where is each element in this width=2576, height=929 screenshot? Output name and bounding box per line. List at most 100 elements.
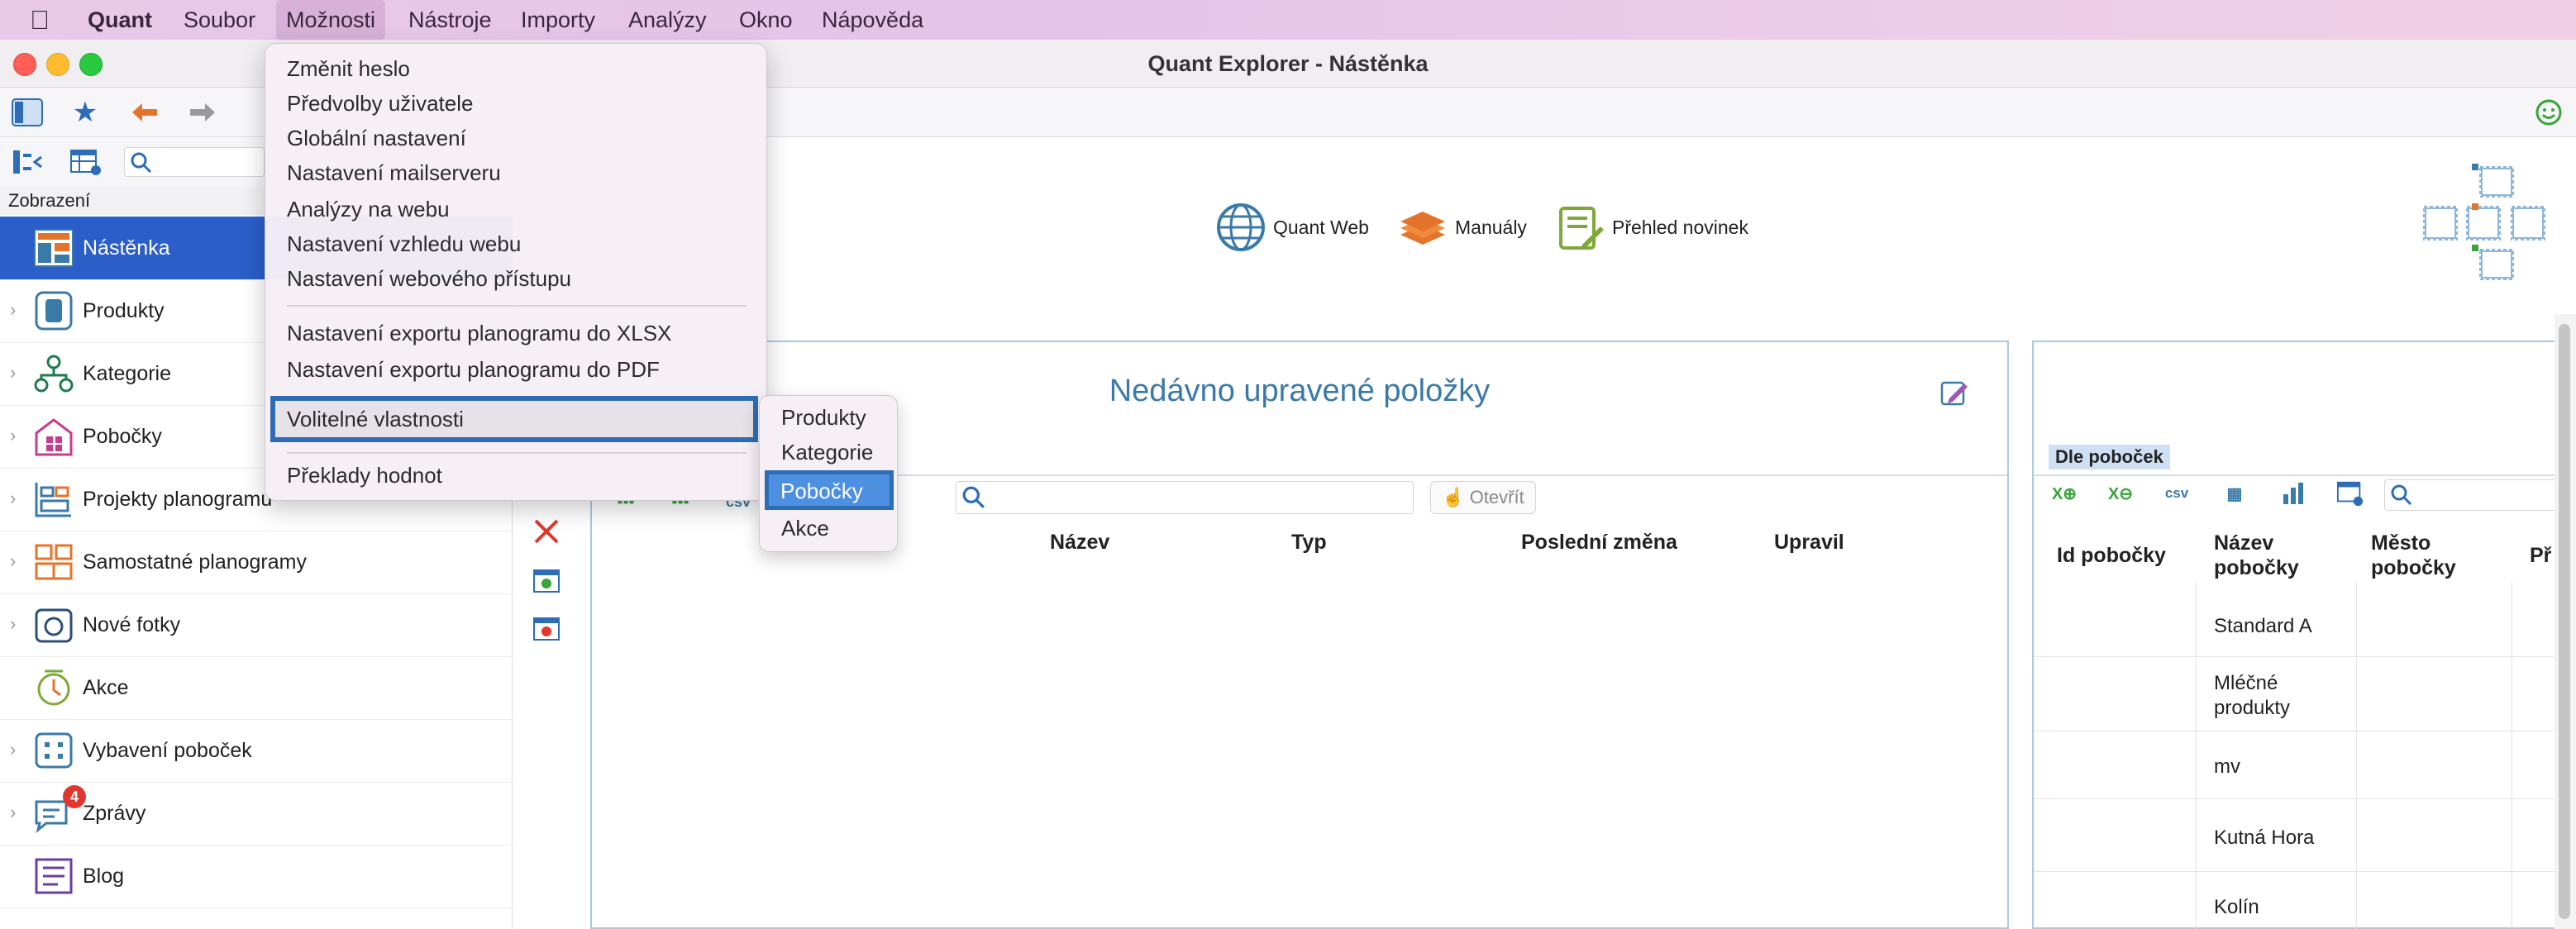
export-xlsx-icon[interactable]: X⊕ [2050,481,2078,506]
menu-napoveda[interactable]: Nápověda [822,0,923,40]
table-cell-branch-name[interactable]: mv [2214,755,2240,779]
sidebar-item-zpravy[interactable]: › 4 Zprávy [0,782,513,846]
chevron-right-icon[interactable]: › [10,550,16,572]
remove-widget-icon[interactable] [532,615,561,643]
recent-search-input[interactable] [956,481,1414,514]
table-cell-branch-name[interactable]: Kutná Hora [2214,827,2314,850]
volitelne-vlastnosti-submenu: Produkty Kategorie Pobočky Akce [759,395,898,552]
forward-arrow-icon[interactable] [184,94,222,131]
menu-item-vzhled-webu[interactable]: Nastavení vzhledu webu [287,227,521,260]
export-xls-icon[interactable]: X⊖ [2106,481,2135,506]
column-header-posledni-zmena[interactable]: Poslední změna [1521,531,1677,555]
menu-bar:  Quant Soubor Možnosti Nástroje Importy… [0,0,2576,40]
sidebar-item-label: Projekty planogramu [83,488,273,511]
menu-item-globalni-nastaveni[interactable]: Globální nastavení [287,121,466,155]
manuals-link[interactable]: Manuály [1397,198,1527,256]
submenu-item-akce[interactable]: Akce [781,512,829,545]
sidebar-item-nove-fotky[interactable]: › Nové fotky [0,593,513,657]
sidebar-search-input[interactable] [124,147,265,177]
column-header-nazev[interactable]: Název pobočky [2214,531,2346,580]
menu-item-export-pdf[interactable]: Nastavení exportu planogramu do PDF [287,353,660,386]
back-arrow-icon[interactable] [126,94,164,131]
branch-tab-label[interactable]: Dle poboček [2049,445,2170,469]
scrollbar-thumb[interactable] [2559,324,2570,919]
favorites-star-icon[interactable]: ★ [66,94,104,131]
table-cell-branch-name[interactable]: Kolín [2214,896,2259,919]
chevron-right-icon[interactable]: › [10,362,16,384]
menu-nastroje[interactable]: Nástroje [408,0,492,40]
column-divider [2356,582,2357,929]
chevron-right-icon[interactable]: › [10,488,16,509]
table-settings-icon[interactable] [2336,479,2364,507]
equipment-icon [33,731,74,770]
menu-item-webovy-pristup[interactable]: Nastavení webového přístupu [287,262,571,295]
menu-analyzy[interactable]: Analýzy [628,0,707,40]
sidebar-item-label: Akce [83,676,129,699]
export-csv-icon[interactable]: csv [2163,481,2191,506]
submenu-item-produkty[interactable]: Produkty [781,401,866,434]
search-icon [131,152,152,174]
feedback-smiley-icon[interactable] [2530,94,2568,131]
search-icon [962,486,985,508]
menu-item-analyzy-na-webu[interactable]: Analýzy na webu [287,193,450,226]
menu-importy[interactable]: Importy [521,0,595,40]
dashboard-icon [33,228,74,268]
table-cell-branch-name[interactable]: Standard A [2214,615,2312,638]
edit-widget-icon[interactable] [1939,379,1969,408]
submenu-item-pobocky[interactable]: Pobočky [765,470,894,510]
chevron-right-icon[interactable]: › [10,739,16,760]
apple-icon[interactable]:  [30,0,50,40]
menu-item-export-xlsx[interactable]: Nastavení exportu planogramu do XLSX [287,317,671,350]
column-divider [2196,582,2197,929]
add-widget-icon[interactable] [532,567,561,595]
sidebar-item-label: Zprávy [83,802,146,825]
column-header-mesto[interactable]: Město pobočky [2371,531,2495,580]
sidebar-item-vybaveni-pobocek[interactable]: › Vybavení poboček [0,719,513,783]
planogram-project-icon [33,479,74,519]
chevron-right-icon[interactable]: › [10,299,16,321]
menu-app-name[interactable]: Quant [88,0,152,40]
chevron-right-icon[interactable]: › [10,425,16,446]
collapse-tree-icon[interactable] [12,147,45,177]
blog-icon [33,856,74,896]
column-header-nazev[interactable]: Název [1050,531,1109,555]
sidebar-item-blog[interactable]: Blog [0,845,513,908]
table-cell-branch-name[interactable]: Mléčné produkty [2214,671,2313,721]
submenu-item-label: Pobočky [780,479,863,503]
submenu-item-kategorie[interactable]: Kategorie [781,436,873,469]
chevron-right-icon[interactable]: › [10,802,16,823]
menu-soubor[interactable]: Soubor [184,0,255,40]
table-edit-icon[interactable]: ▦ [2221,481,2249,506]
sidebar-item-label: Nové fotky [83,613,181,636]
branch-search-input[interactable] [2384,479,2559,511]
camera-icon [33,605,74,645]
column-header-id[interactable]: Id pobočky [2057,544,2166,568]
column-header-upravil[interactable]: Upravil [1774,531,1844,555]
planogram-icon [33,542,74,582]
menu-item-volitelne-vlastnosti[interactable]: Volitelné vlastnosti [270,396,758,442]
column-header-typ[interactable]: Typ [1291,531,1327,555]
product-icon [33,291,74,331]
moznosti-menu: Změnit heslo Předvolby uživatele Globáln… [265,43,767,501]
chevron-right-icon[interactable]: › [10,613,16,635]
news-list-icon [1559,207,1604,250]
remove-x-icon[interactable] [532,517,561,545]
menu-item-zmenit-heslo[interactable]: Změnit heslo [287,52,410,85]
sidebar-item-samostatne-planogramy[interactable]: › Samostatné planogramy [0,531,513,594]
menu-item-mailserver[interactable]: Nastavení mailserveru [287,156,501,189]
menu-moznosti[interactable]: Možnosti [276,0,386,40]
menu-item-preklady-hodnot[interactable]: Překlady hodnot [287,459,442,492]
column-header-cut[interactable]: Př [2530,544,2551,568]
sidebar-item-label: Kategorie [83,362,172,385]
bar-chart-icon[interactable] [2280,481,2306,506]
toggle-sidebar-icon[interactable] [8,94,46,131]
sidebar-item-akce[interactable]: Akce [0,656,513,720]
news-link[interactable]: Přehled novinek [1554,198,1748,256]
menu-item-label: Volitelné vlastnosti [287,407,464,431]
menu-item-predvolby[interactable]: Předvolby uživatele [287,87,473,120]
quant-web-link[interactable]: Quant Web [1215,198,1369,256]
table-settings-icon[interactable] [69,147,103,177]
open-button[interactable]: ☝ Otevřít [1430,481,1536,514]
menu-okno[interactable]: Okno [739,0,793,40]
sidebar-item-label: Pobočky [83,425,162,448]
